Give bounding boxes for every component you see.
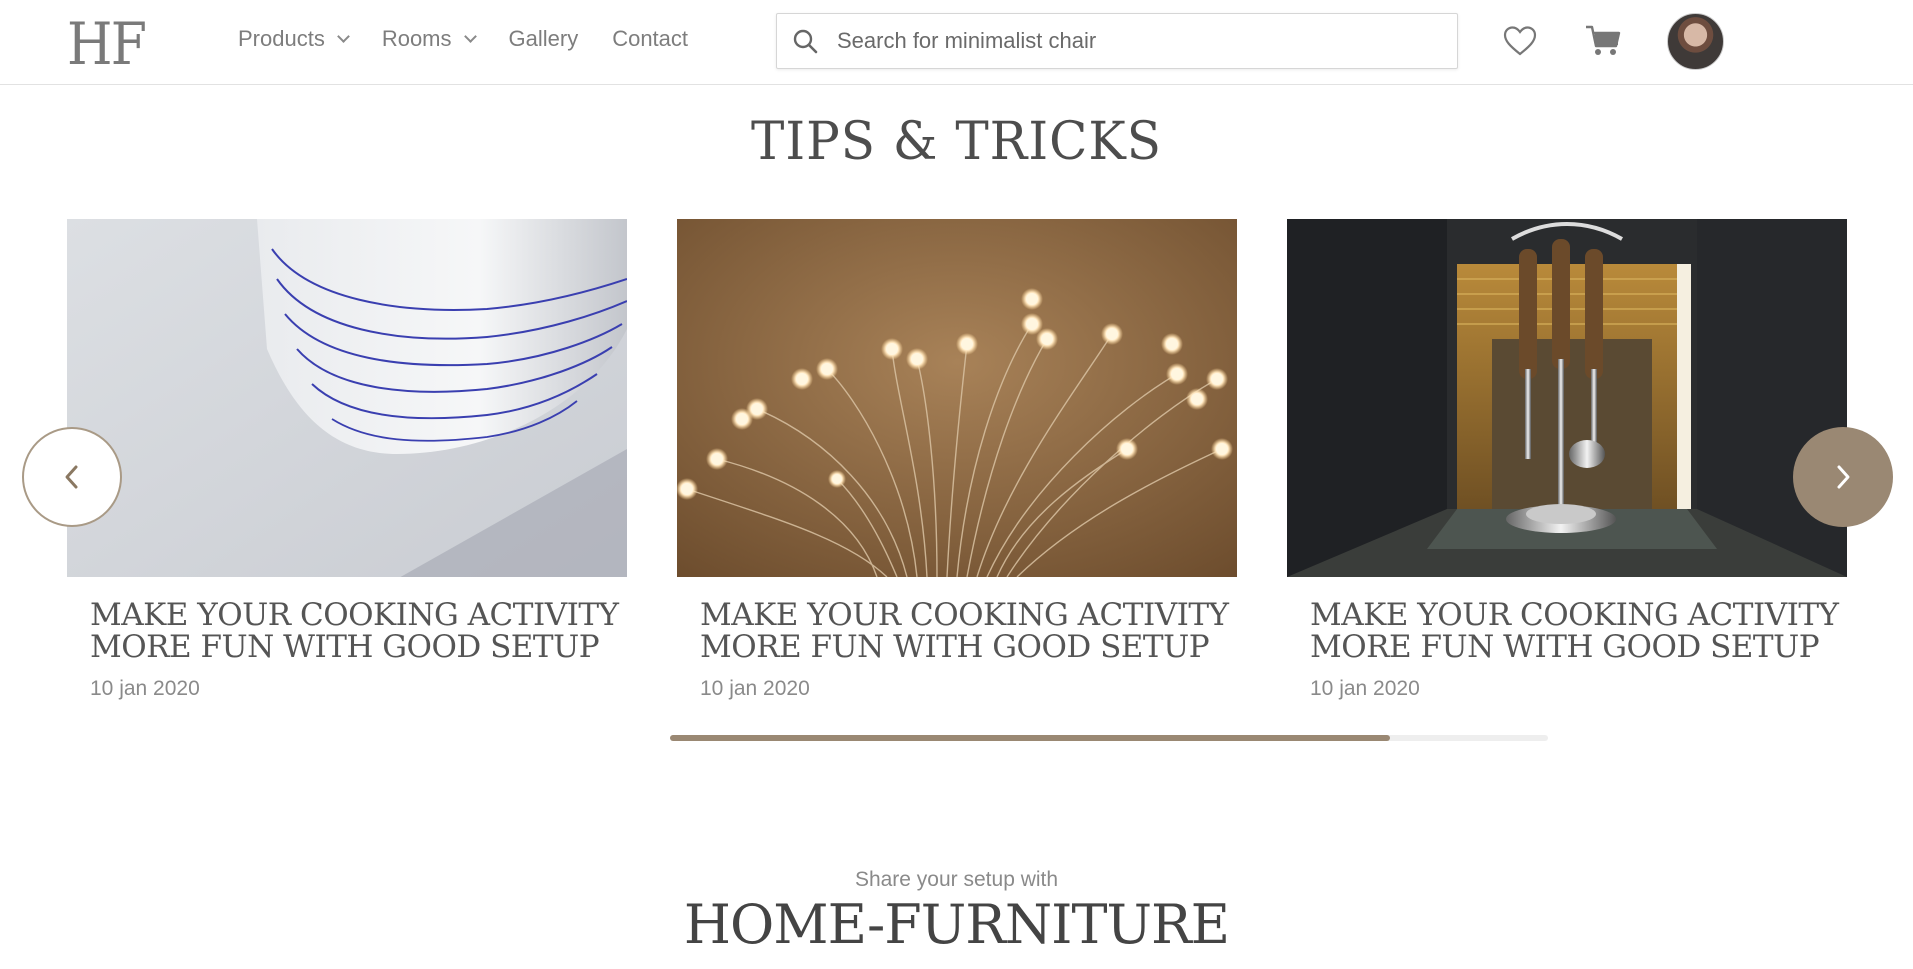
nav-products[interactable]: Products	[238, 26, 350, 52]
tip-card-image[interactable]	[677, 219, 1237, 577]
tip-card-image[interactable]	[67, 219, 627, 577]
chevron-down-icon	[463, 29, 477, 43]
chevron-down-icon	[336, 29, 350, 43]
carousel-progress-fill	[670, 735, 1390, 741]
tip-card-title[interactable]: MAKE YOUR COOKING ACTIVITY MORE FUN WITH…	[90, 599, 620, 663]
nav-contact-label: Contact	[612, 26, 689, 51]
search-icon[interactable]	[789, 25, 821, 57]
tip-card-image[interactable]	[1287, 219, 1847, 577]
site-header: HF Products Rooms Gallery Contact	[0, 0, 1913, 85]
nav-products-label: Products	[238, 26, 325, 51]
chevron-left-icon	[65, 465, 78, 489]
search-input[interactable]	[837, 28, 1437, 54]
tip-card[interactable]: MAKE YOUR COOKING ACTIVITY MORE FUN WITH…	[1287, 219, 1847, 701]
main-nav: Products Rooms Gallery Contact	[238, 26, 722, 52]
nav-gallery-label: Gallery	[508, 26, 579, 51]
carousel-prev-button[interactable]	[22, 427, 122, 527]
nav-rooms[interactable]: Rooms	[381, 26, 477, 52]
carousel-next-button[interactable]	[1793, 427, 1893, 527]
share-setup-text: Share your setup with	[854, 868, 1059, 891]
tip-card-title[interactable]: MAKE YOUR COOKING ACTIVITY MORE FUN WITH…	[1310, 599, 1840, 663]
brand-heading: HOME-FURNITURE	[683, 893, 1230, 956]
cart-icon[interactable]	[1582, 20, 1624, 62]
section-title: TIPS & TRICKS	[751, 110, 1162, 172]
chevron-right-icon	[1837, 465, 1850, 489]
tip-card-date: 10 jan 2020	[90, 677, 200, 700]
nav-contact[interactable]: Contact	[612, 26, 688, 52]
tip-card-date: 10 jan 2020	[700, 677, 810, 700]
tip-card[interactable]: MAKE YOUR COOKING ACTIVITY MORE FUN WITH…	[677, 219, 1237, 701]
tip-card[interactable]: MAKE YOUR COOKING ACTIVITY MORE FUN WITH…	[67, 219, 627, 701]
nav-rooms-label: Rooms	[381, 26, 452, 51]
carousel-progress[interactable]	[670, 735, 1548, 741]
tip-card-date: 10 jan 2020	[1310, 677, 1420, 700]
site-logo[interactable]: HF	[67, 10, 147, 78]
heart-icon[interactable]	[1499, 20, 1541, 62]
search-bar	[776, 13, 1458, 69]
user-avatar[interactable]	[1667, 13, 1724, 70]
tip-card-title[interactable]: MAKE YOUR COOKING ACTIVITY MORE FUN WITH…	[700, 599, 1230, 663]
nav-gallery[interactable]: Gallery	[509, 26, 579, 52]
